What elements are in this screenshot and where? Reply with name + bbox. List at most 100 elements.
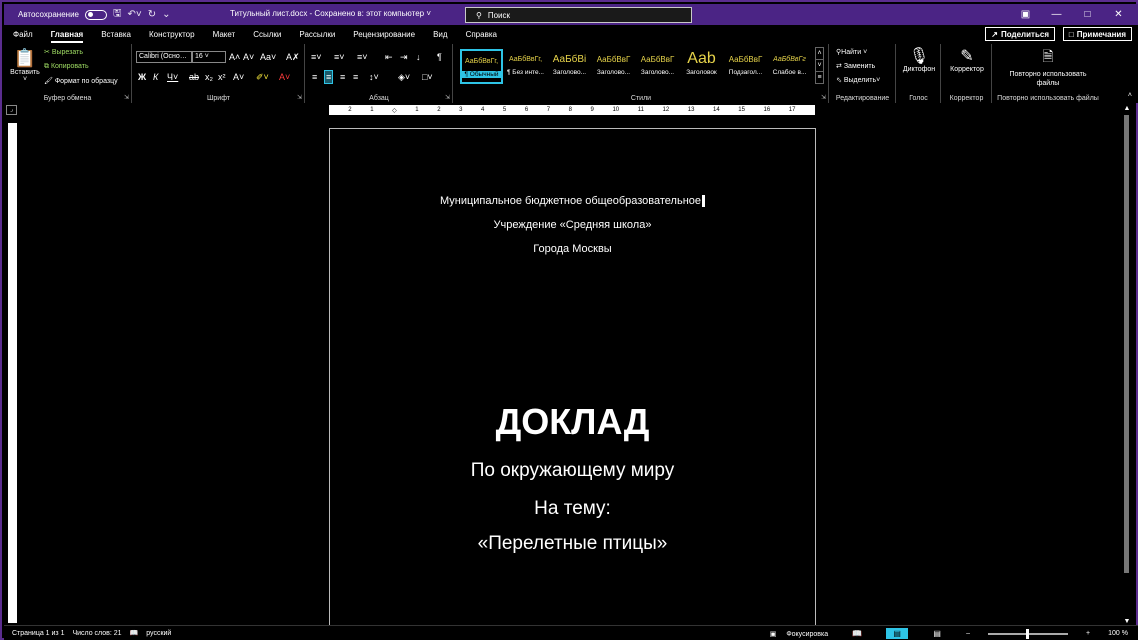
tab-help[interactable]: Справка xyxy=(457,25,506,44)
editor-button[interactable]: ✎ Корректор xyxy=(942,46,992,73)
collapse-ribbon-icon[interactable]: ˄ xyxy=(1128,91,1132,101)
strikethrough-icon[interactable]: ab xyxy=(189,72,199,82)
tab-mailings[interactable]: Рассылки xyxy=(290,25,344,44)
chevron-up-icon[interactable]: ▲ xyxy=(1122,105,1132,112)
style-heading-3[interactable]: АаБбВвГ Заголово... xyxy=(636,49,679,84)
tab-references[interactable]: Ссылки xyxy=(244,25,290,44)
document-title[interactable]: Титульный лист.docx - Сохранено в: этот … xyxy=(230,9,431,18)
dictate-button[interactable]: 🎙 Диктофон xyxy=(897,46,941,73)
tab-view[interactable]: Вид xyxy=(424,25,456,44)
tab-file[interactable]: Файл xyxy=(4,25,42,44)
vertical-ruler[interactable] xyxy=(8,123,17,623)
shading-icon[interactable]: ◈˅ xyxy=(398,72,410,82)
comments-button[interactable]: □ Примечания xyxy=(1062,27,1132,41)
dialog-launcher-icon[interactable]: ⇲ xyxy=(124,94,129,101)
tab-design[interactable]: Конструктор xyxy=(140,25,204,44)
close-button[interactable]: ✕ xyxy=(1103,9,1134,20)
indent-marker-icon[interactable]: ◇ xyxy=(392,107,397,114)
share-button[interactable]: ↗ Поделиться xyxy=(985,27,1055,41)
page-count[interactable]: Страница 1 из 1 xyxy=(12,630,64,637)
focus-button[interactable]: ▣ Фокусировка xyxy=(762,630,828,638)
borders-icon[interactable]: □˅ xyxy=(422,72,433,82)
style-heading-1[interactable]: АаБбВі Заголово... xyxy=(548,49,591,84)
justify-icon[interactable]: ≡ xyxy=(353,72,358,82)
line-spacing-icon[interactable]: ↕˅ xyxy=(369,72,379,82)
web-layout-button[interactable]: ▤ xyxy=(926,628,948,639)
language[interactable]: русский xyxy=(146,630,171,637)
proofing-icon[interactable]: 📖 xyxy=(130,629,139,637)
read-mode-button[interactable]: 📖 xyxy=(846,628,868,639)
find-button[interactable]: ⚲Найти ˅ xyxy=(836,48,867,56)
tab-review[interactable]: Рецензирование xyxy=(344,25,424,44)
zoom-in-icon[interactable]: + xyxy=(1086,630,1090,637)
ribbon-display-icon[interactable]: ▣ xyxy=(1010,9,1041,20)
doc-subject[interactable]: По окружающему миру xyxy=(330,460,815,482)
doc-title[interactable]: ДОКЛАД xyxy=(330,401,815,443)
replace-button[interactable]: ⇄ Заменить xyxy=(836,62,875,70)
undo-icon[interactable]: ↶˅ xyxy=(128,9,142,20)
shrink-font-icon[interactable]: A˅ xyxy=(243,52,254,62)
increase-indent-icon[interactable]: ⇥ xyxy=(400,52,408,62)
highlight-icon[interactable]: ✐˅ xyxy=(256,72,269,82)
tab-insert[interactable]: Вставка xyxy=(92,25,140,44)
style-heading-2[interactable]: АаБбВвГ Заголово... xyxy=(592,49,635,84)
doc-line-3[interactable]: Города Москвы xyxy=(330,243,815,255)
font-family-select[interactable]: Calibri (Осно… xyxy=(136,51,192,63)
change-case-icon[interactable]: Aa˅ xyxy=(260,52,276,62)
show-marks-icon[interactable]: ¶ xyxy=(437,52,442,62)
multilevel-list-icon[interactable]: ≡˅ xyxy=(357,52,368,62)
align-right-icon[interactable]: ≡ xyxy=(340,72,345,82)
search-box[interactable]: ⚲ Поиск xyxy=(465,7,692,23)
copy-button[interactable]: ⧉ Копировать xyxy=(44,63,89,71)
sort-icon[interactable]: ↓ xyxy=(416,52,421,62)
clear-formatting-icon[interactable]: A✗ xyxy=(286,52,300,62)
style-subtitle[interactable]: АаБбВвГ Подзагол... xyxy=(724,49,767,84)
decrease-indent-icon[interactable]: ⇤ xyxy=(385,52,393,62)
chevron-down-icon[interactable]: ▼ xyxy=(1122,618,1132,625)
doc-topic-label[interactable]: На тему: xyxy=(330,498,815,520)
font-size-select[interactable]: 16 ˅ xyxy=(192,51,226,63)
style-title[interactable]: Aab Заголовок xyxy=(680,49,723,84)
customize-qat-icon[interactable]: ⌄ xyxy=(162,9,170,20)
tab-home[interactable]: Главная xyxy=(42,25,93,44)
underline-icon[interactable]: Ч˅ xyxy=(167,72,178,82)
italic-icon[interactable]: К xyxy=(153,72,158,82)
bold-icon[interactable]: Ж xyxy=(138,72,146,82)
paste-button[interactable]: 📋 Вставить ˅ xyxy=(8,48,42,83)
more-styles-icon[interactable]: ≡ xyxy=(815,71,824,84)
dialog-launcher-icon[interactable]: ⇲ xyxy=(821,94,826,101)
autosave-toggle[interactable] xyxy=(84,9,107,20)
format-painter-button[interactable]: 🖌 Формат по образцу xyxy=(44,77,118,85)
redo-icon[interactable]: ↻ xyxy=(148,9,156,20)
document-page[interactable]: Муниципальное бюджетное общеобразователь… xyxy=(329,128,816,628)
tab-layout[interactable]: Макет xyxy=(204,25,245,44)
horizontal-ruler[interactable]: 2 1 ◇ 1 2 3 4 5 6 7 8 9 10 11 12 13 14 1… xyxy=(329,105,815,115)
cut-button[interactable]: ✂ Вырезать xyxy=(44,48,83,56)
zoom-out-icon[interactable]: – xyxy=(966,630,970,637)
align-left-icon[interactable]: ≡ xyxy=(312,72,317,82)
style-no-spacing[interactable]: АаБбВвГг, ¶ Без инте... xyxy=(504,49,547,84)
style-subtle-emphasis[interactable]: АаБбВвГг Слабое в... xyxy=(768,49,811,84)
print-layout-button[interactable]: ▤ xyxy=(886,628,909,639)
minimize-button[interactable]: — xyxy=(1041,9,1072,20)
style-normal[interactable]: АаБбВвГг, ¶ Обычный xyxy=(460,49,503,84)
tab-selector-icon[interactable]: ⌟ xyxy=(6,105,17,115)
reuse-files-button[interactable]: 🗎 Повторно использовать файлы xyxy=(1003,46,1093,88)
doc-line-2[interactable]: Учреждение «Средняя школа» xyxy=(330,219,815,231)
doc-topic[interactable]: «Перелетные птицы» xyxy=(330,533,815,555)
dialog-launcher-icon[interactable]: ⇲ xyxy=(297,94,302,101)
text-effects-icon[interactable]: A˅ xyxy=(233,72,244,82)
subscript-icon[interactable]: x₂ xyxy=(205,72,213,82)
bullets-icon[interactable]: ≡˅ xyxy=(311,52,322,62)
scrollbar-thumb[interactable] xyxy=(1124,115,1129,573)
word-count[interactable]: Число слов: 21 xyxy=(72,630,121,637)
grow-font-icon[interactable]: A˄ xyxy=(229,52,240,62)
align-center-icon[interactable]: ≡ xyxy=(324,70,334,84)
dialog-launcher-icon[interactable]: ⇲ xyxy=(445,94,450,101)
maximize-button[interactable]: □ xyxy=(1072,9,1103,20)
save-icon[interactable]: 🖫 xyxy=(113,6,122,23)
superscript-icon[interactable]: x² xyxy=(218,72,226,82)
doc-line-1[interactable]: Муниципальное бюджетное общеобразователь… xyxy=(330,195,815,208)
numbering-icon[interactable]: ≡˅ xyxy=(334,52,345,62)
zoom-level[interactable]: 100 % xyxy=(1108,630,1128,637)
